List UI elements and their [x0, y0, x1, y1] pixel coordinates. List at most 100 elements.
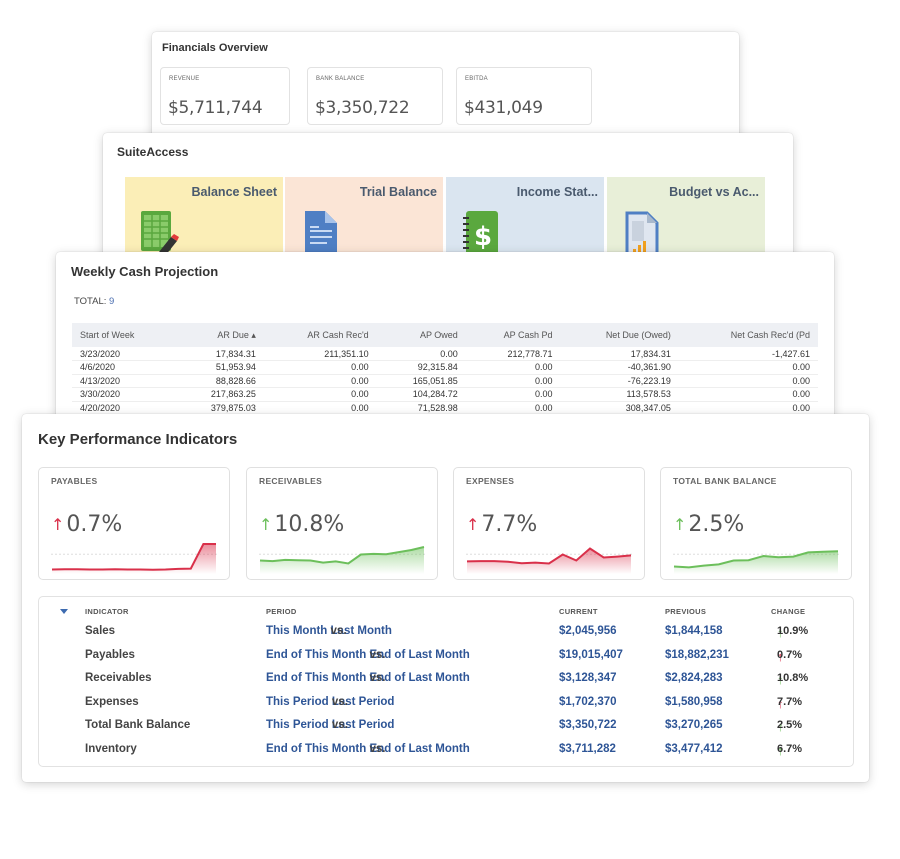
table-cell: 165,051.85 — [376, 374, 466, 388]
revenue-label: REVENUE — [169, 76, 200, 82]
period-current-link[interactable]: End of This Month — [266, 649, 366, 661]
ebitda-card[interactable]: EBITDA $431,049 — [456, 67, 592, 125]
period-current-link[interactable]: End of This Month — [266, 743, 366, 755]
change-percent: 6.7% — [777, 742, 803, 755]
period-vs: vs. — [369, 742, 386, 755]
change-percent: 7.7% — [777, 695, 803, 708]
table-cell: 0.00 — [678, 401, 818, 415]
arrow-up-icon: ↑ — [259, 515, 273, 534]
kpi-card-value: ↑0.7% — [51, 512, 122, 537]
sparkline-line — [51, 543, 216, 571]
table-cell: 17,834.31 — [174, 347, 264, 361]
period-vs: vs. — [369, 648, 386, 661]
sparkline-chart — [466, 547, 632, 574]
col-ar-cash-recd[interactable]: AR Cash Rec'd — [263, 323, 377, 347]
tile-balance-sheet[interactable]: Balance Sheet — [125, 177, 283, 263]
period: This Period vs. Last Period — [266, 719, 394, 731]
kpi-card-value: ↑10.8% — [259, 512, 344, 537]
arrow-up-icon: ↑ — [51, 515, 65, 534]
period-current-link[interactable]: This Period — [266, 696, 329, 708]
financials-overview-panel: Financials Overview REVENUE $5,711,744 B… — [152, 32, 739, 142]
indicator-name: Payables — [85, 648, 135, 661]
indicator-name: Expenses — [85, 695, 139, 708]
revenue-card[interactable]: REVENUE $5,711,744 — [160, 67, 290, 125]
indicator-name: Inventory — [85, 742, 137, 755]
weekly-cash-title: Weekly Cash Projection — [71, 264, 219, 279]
kpi-table-row: Expenses This Period vs. Last Period $1,70… — [39, 696, 853, 719]
tile-label: Balance Sheet — [191, 185, 277, 199]
previous-value-link[interactable]: $2,824,283 — [665, 672, 723, 684]
col-net-cash-recd[interactable]: Net Cash Rec'd (Pd — [678, 323, 818, 347]
change-percent: 2.5% — [777, 719, 803, 731]
col-ap-owed[interactable]: AP Owed — [376, 323, 466, 347]
table-cell: 88,828.66 — [174, 374, 264, 388]
kpi-card-total-bank-balance[interactable]: TOTAL BANK BALANCE ↑2.5% — [660, 467, 852, 580]
kpi-card-expenses[interactable]: EXPENSES ↑7.7% — [453, 467, 645, 580]
previous-value-link[interactable]: $18,882,231 — [665, 649, 729, 661]
previous-value-link[interactable]: $3,270,265 — [665, 719, 723, 731]
table-cell: 104,284.72 — [376, 387, 466, 402]
table-cell: 212,778.71 — [465, 347, 561, 361]
tile-label: Income Stat... — [516, 185, 598, 199]
table-cell: 0.00 — [678, 387, 818, 402]
table-cell: 71,528.98 — [376, 401, 466, 415]
period: End of This Month vs. End of Last Month — [266, 649, 470, 661]
arrow-up-icon: ↑ — [673, 515, 687, 534]
table-cell: 0.00 — [678, 374, 818, 388]
table-cell: -1,427.61 — [678, 347, 818, 361]
current-value-link[interactable]: $3,128,347 — [559, 672, 617, 684]
table-cell: 0.00 — [465, 387, 561, 402]
table-cell: 4/20/2020 — [72, 401, 175, 415]
period-vs: vs. — [330, 625, 347, 637]
kpi-panel: Key Performance Indicators PAYABLES ↑0.7%… — [22, 414, 869, 782]
previous-value-link[interactable]: $1,580,958 — [665, 696, 723, 708]
col-net-due[interactable]: Net Due (Owed) — [560, 323, 679, 347]
table-row[interactable]: 4/20/2020 379,875.03 0.00 71,528.98 0.00 308,… — [72, 401, 818, 415]
svg-text:$: $ — [474, 222, 492, 252]
header-current: CURRENT — [559, 607, 598, 616]
table-row[interactable]: 3/30/2020 217,863.25 0.00 104,284.72 0.00 113… — [72, 387, 818, 402]
tile-income-statement[interactable]: Income Stat... $ — [446, 177, 604, 263]
period: This Month vs. Last Month — [266, 625, 392, 637]
current-value-link[interactable]: $3,711,282 — [559, 743, 616, 755]
period-vs: vs. — [331, 695, 348, 708]
indicator-name: Total Bank Balance — [85, 719, 191, 731]
table-cell: 0.00 — [465, 360, 561, 375]
col-ap-cash-pd[interactable]: AP Cash Pd — [465, 323, 561, 347]
kpi-percent: 2.5% — [688, 512, 745, 537]
tile-trial-balance[interactable]: Trial Balance — [285, 177, 443, 263]
current-value-link[interactable]: $2,045,956 — [559, 625, 617, 637]
table-cell: 4/6/2020 — [72, 360, 175, 375]
table-cell: 3/23/2020 — [72, 347, 175, 361]
change-percent: 10.8% — [777, 672, 809, 684]
current-value-link[interactable]: $3,350,722 — [559, 719, 617, 731]
table-row[interactable]: 3/23/2020 17,834.31 211,351.10 0.00 212,778.… — [72, 347, 818, 361]
current-value-link[interactable]: $19,015,407 — [559, 649, 623, 661]
tile-budget-vs-actual[interactable]: Budget vs Ac... — [607, 177, 765, 263]
kpi-table-row: Total Bank Balance This Period vs. Last P… — [39, 719, 853, 742]
bank-balance-card[interactable]: BANK BALANCE $3,350,722 — [307, 67, 443, 125]
current-value-link[interactable]: $1,702,370 — [559, 696, 617, 708]
table-cell: 4/13/2020 — [72, 374, 175, 388]
period-current-link[interactable]: This Month — [266, 625, 327, 637]
table-cell: 379,875.03 — [174, 401, 264, 415]
previous-value-link[interactable]: $1,844,158 — [665, 625, 723, 637]
kpi-card-payables[interactable]: PAYABLES ↑0.7% — [38, 467, 230, 580]
header-indicator: INDICATOR — [85, 607, 129, 616]
period-current-link[interactable]: End of This Month — [266, 672, 366, 684]
weekly-cash-table: Start of Week AR Due ▴ AR Cash Rec'd AP … — [72, 323, 818, 415]
col-start-of-week[interactable]: Start of Week — [72, 323, 175, 347]
arrow-up-icon: ↑ — [466, 515, 480, 534]
table-cell: 0.00 — [678, 360, 818, 375]
kpi-card-receivables[interactable]: RECEIVABLES ↑10.8% — [246, 467, 438, 580]
period-current-link[interactable]: This Period — [266, 719, 329, 731]
previous-value-link[interactable]: $3,477,412 — [665, 743, 723, 755]
total-value: 9 — [109, 296, 115, 307]
period: End of This Month vs. End of Last Month — [266, 743, 470, 755]
col-ar-due[interactable]: AR Due ▴ — [174, 323, 264, 347]
table-cell: 0.00 — [465, 374, 561, 388]
collapse-toggle-icon[interactable] — [60, 609, 68, 614]
table-row[interactable]: 4/6/2020 51,953.94 0.00 92,315.84 0.00 -40,36… — [72, 360, 818, 375]
kpi-card-value: ↑2.5% — [673, 512, 744, 537]
table-row[interactable]: 4/13/2020 88,828.66 0.00 165,051.85 0.00 -76,… — [72, 374, 818, 388]
